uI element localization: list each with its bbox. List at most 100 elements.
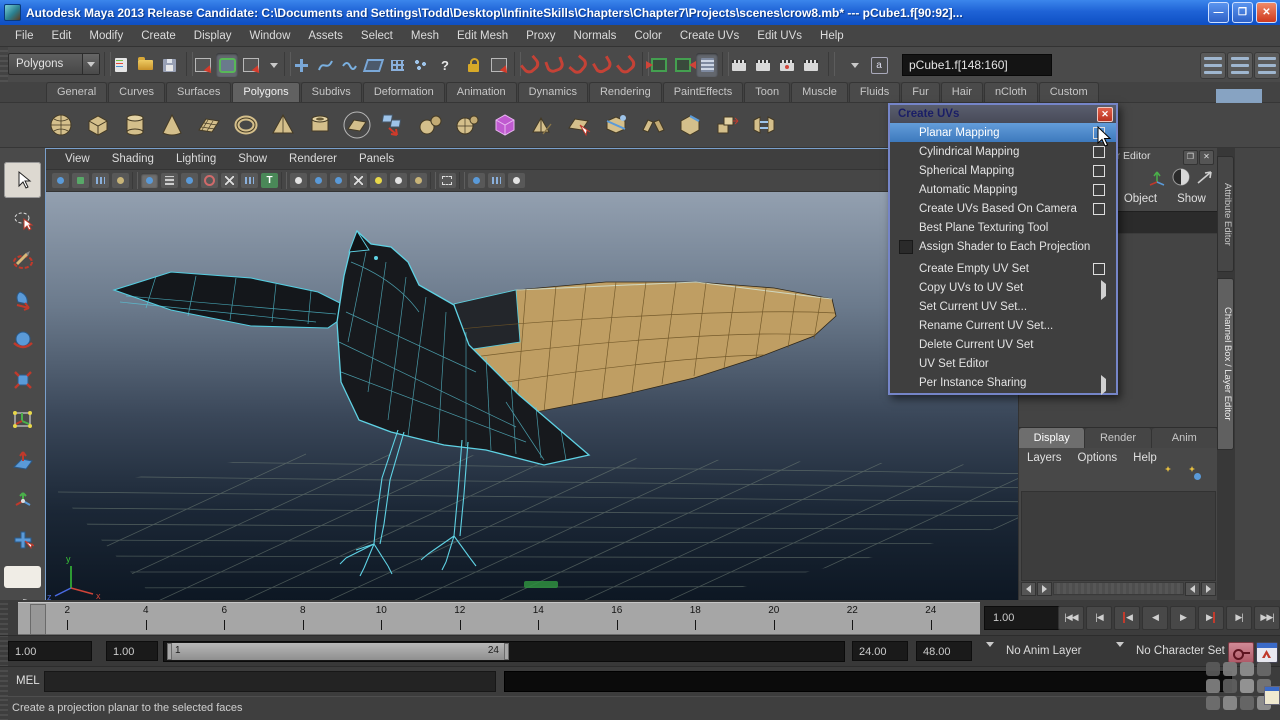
go-to-start-button[interactable]: |◀◀ xyxy=(1058,606,1084,630)
quick-select-collapse-icon[interactable] xyxy=(848,53,862,77)
range-slider-grip[interactable] xyxy=(0,636,8,667)
panel-menu-shading[interactable]: Shading xyxy=(101,153,165,165)
input-connections-icon[interactable] xyxy=(648,53,670,77)
panel-menu-renderer[interactable]: Renderer xyxy=(278,153,348,165)
go-to-end-button[interactable]: ▶▶| xyxy=(1254,606,1280,630)
scroll-left-icon[interactable] xyxy=(1021,582,1036,596)
menu-item-per-instance-sharing[interactable]: Per Instance Sharing xyxy=(890,373,1116,392)
shelf-tab-hair[interactable]: Hair xyxy=(941,82,983,102)
poly-pyramid-icon[interactable] xyxy=(266,106,300,144)
move-tool-icon[interactable] xyxy=(4,282,41,318)
toggle-attribute-editor-button[interactable] xyxy=(1200,52,1226,79)
poly-cone-icon[interactable] xyxy=(155,106,189,144)
snap-grid-icon[interactable] xyxy=(520,53,542,77)
poly-cylinder-icon[interactable] xyxy=(118,106,152,144)
play-forwards-button[interactable]: ▶ xyxy=(1170,606,1196,630)
quick-selection-field[interactable]: pCube1.f[148:160] xyxy=(902,54,1052,76)
open-scene-icon[interactable] xyxy=(134,53,156,77)
step-back-frame-button[interactable]: |◀ xyxy=(1086,606,1112,630)
option-box-icon[interactable] xyxy=(1093,203,1105,215)
multi-pane-icon[interactable] xyxy=(488,173,505,188)
shelf-tab-toon[interactable]: Toon xyxy=(744,82,790,102)
new-layer-assign-icon[interactable] xyxy=(1192,470,1210,487)
menu-close-icon[interactable]: ✕ xyxy=(1097,107,1113,122)
channel-menu-show[interactable]: Show xyxy=(1177,193,1206,205)
shelf-tab-fur[interactable]: Fur xyxy=(901,82,940,102)
shelf-tab-deformation[interactable]: Deformation xyxy=(363,82,445,102)
textured-mode-icon[interactable] xyxy=(201,173,218,188)
range-slider-track[interactable]: 1 24 xyxy=(163,641,845,662)
render-current-frame-icon[interactable] xyxy=(752,53,774,77)
command-line-input[interactable] xyxy=(44,671,496,692)
render-view-icon[interactable] xyxy=(728,53,750,77)
share-view-icon[interactable] xyxy=(508,173,525,188)
construction-history-icon[interactable] xyxy=(696,53,718,77)
snap-point-icon[interactable] xyxy=(568,53,590,77)
poly-sphere-icon[interactable] xyxy=(44,106,78,144)
move-layer-down-icon[interactable] xyxy=(1144,470,1162,487)
speed-control-icon[interactable] xyxy=(1171,167,1191,187)
manipulator-arrow-icon[interactable] xyxy=(1195,168,1215,186)
select-hierarchy-icon[interactable] xyxy=(192,53,214,77)
menu-create-uvs[interactable]: Create UVs xyxy=(671,25,748,47)
isolate-select-icon[interactable] xyxy=(439,173,456,188)
soft-modification-tool-icon[interactable] xyxy=(4,442,41,478)
script-editor-icon[interactable] xyxy=(1264,686,1280,705)
smooth-icon[interactable] xyxy=(414,106,448,144)
panel-menu-show[interactable]: Show xyxy=(227,153,278,165)
menu-item-set-current-uv-set[interactable]: Set Current UV Set... xyxy=(890,297,1116,316)
shelf-tab-general[interactable]: General xyxy=(46,82,107,102)
last-tool-slot[interactable] xyxy=(4,566,41,588)
shaded-mode-icon[interactable] xyxy=(181,173,198,188)
mask-collapse-icon[interactable] xyxy=(266,53,282,77)
menu-item-planar-mapping[interactable]: Planar Mapping xyxy=(890,123,1116,142)
show-manipulator-tool-icon[interactable] xyxy=(4,522,41,558)
menu-item-automatic-mapping[interactable]: Automatic Mapping xyxy=(890,180,1116,199)
new-scene-icon[interactable] xyxy=(110,53,132,77)
anim-layer-label[interactable]: No Anim Layer xyxy=(1006,645,1081,657)
shelf-tab-dynamics[interactable]: Dynamics xyxy=(518,82,588,102)
shelf-tab-ncloth[interactable]: nCloth xyxy=(984,82,1038,102)
menu-mesh[interactable]: Mesh xyxy=(402,25,448,47)
menu-assets[interactable]: Assets xyxy=(299,25,352,47)
subdiv-proxy-icon[interactable] xyxy=(488,106,522,144)
mask-points-icon[interactable] xyxy=(290,53,312,77)
menu-item-best-plane-texturing-tool[interactable]: Best Plane Texturing Tool xyxy=(890,218,1116,237)
shelf-tab-painteffects[interactable]: PaintEffects xyxy=(663,82,744,102)
menu-item-copy-uvs-to-uv-set[interactable]: Copy UVs to UV Set xyxy=(890,278,1116,297)
scroll-right-icon[interactable] xyxy=(1037,582,1052,596)
paint-select-tool-icon[interactable] xyxy=(4,242,41,278)
average-vertices-icon[interactable] xyxy=(451,106,485,144)
layer-tab-anim[interactable]: Anim xyxy=(1152,428,1218,448)
shelf-tab-animation[interactable]: Animation xyxy=(446,82,517,102)
layer-menu-layers[interactable]: Layers xyxy=(1027,452,1062,464)
menu-item-assign-shader-to-each-projection[interactable]: Assign Shader to Each Projection xyxy=(890,237,1116,256)
multi-cut-icon[interactable] xyxy=(599,106,633,144)
menu-item-create-empty-uv-set[interactable]: Create Empty UV Set xyxy=(890,259,1116,278)
new-layer-icon[interactable] xyxy=(1168,470,1186,487)
menu-color[interactable]: Color xyxy=(625,25,670,47)
default-lighting-icon[interactable] xyxy=(290,173,307,188)
mask-lines-icon[interactable] xyxy=(338,53,360,77)
panel-menu-lighting[interactable]: Lighting xyxy=(165,153,227,165)
shelf-tab-muscle[interactable]: Muscle xyxy=(791,82,848,102)
menu-item-spherical-mapping[interactable]: Spherical Mapping xyxy=(890,161,1116,180)
light-yellow-icon[interactable] xyxy=(370,173,387,188)
select-component-icon[interactable] xyxy=(240,53,262,77)
tab-attribute-editor[interactable]: Attribute Editor xyxy=(1217,156,1234,272)
playback-end-field[interactable]: 24.00 xyxy=(852,641,908,661)
poly-torus-icon[interactable] xyxy=(229,106,263,144)
smooth-shade-icon[interactable] xyxy=(161,173,178,188)
menu-item-create-uvs-based-on-camera[interactable]: Create UVs Based On Camera xyxy=(890,199,1116,218)
textured-toggle-icon[interactable]: T xyxy=(261,173,278,188)
bookmarks-icon[interactable] xyxy=(92,173,109,188)
shelf-tab-subdivs[interactable]: Subdivs xyxy=(301,82,362,102)
menu-create[interactable]: Create xyxy=(132,25,185,47)
minimize-button[interactable]: — xyxy=(1208,2,1229,23)
menu-item-delete-current-uv-set[interactable]: Delete Current UV Set xyxy=(890,335,1116,354)
title-bar[interactable]: Autodesk Maya 2013 Release Candidate: C:… xyxy=(0,0,1280,25)
mask-misc-icon[interactable]: ? xyxy=(434,53,456,77)
select-camera-icon[interactable] xyxy=(52,173,69,188)
step-forward-frame-button[interactable]: ▶| xyxy=(1226,606,1252,630)
range-slider-bar[interactable]: 1 24 xyxy=(167,643,509,660)
